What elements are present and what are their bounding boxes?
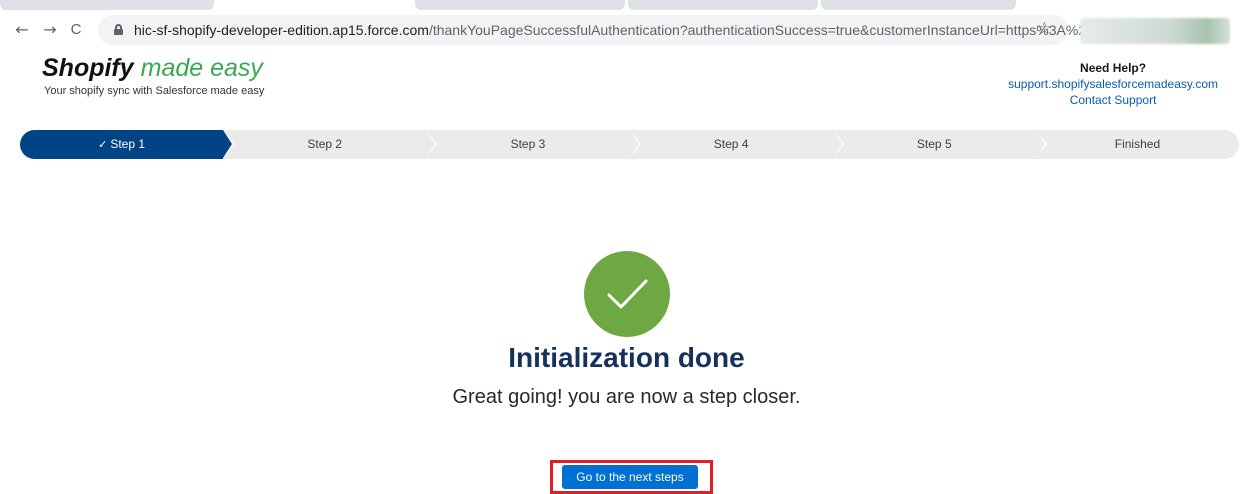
help-title: Need Help?	[1080, 61, 1147, 75]
url-host: hic-sf-shopify-developer-edition.ap15.fo…	[134, 22, 429, 38]
progress-path: ✓ Step 1 Step 2 Step 3 Step 4 Step 5 Fini…	[20, 130, 1240, 159]
support-site-link[interactable]: support.shopifysalesforcemadeasy.com	[1008, 76, 1218, 92]
help-panel: Need Help? support.shopifysalesforcemade…	[1008, 60, 1218, 108]
reload-icon[interactable]: C	[66, 20, 86, 40]
browser-tab[interactable]	[0, 0, 214, 10]
brand-tagline: Your shopify sync with Salesforce made e…	[44, 85, 265, 97]
path-step-3[interactable]: Step 3	[426, 130, 641, 159]
browser-toolbar: ← → C hic-sf-shopify-developer-edition.a…	[0, 12, 1253, 48]
path-step-label: Finished	[1114, 137, 1161, 151]
browser-tab[interactable]	[628, 0, 818, 10]
back-icon[interactable]: ←	[12, 20, 32, 40]
path-step-label: Step 5	[916, 137, 952, 151]
path-step-label: Step 3	[510, 137, 546, 151]
success-checkmark-icon	[584, 251, 670, 337]
lock-icon[interactable]	[114, 24, 123, 35]
page-subtitle: Great going! you are now a step closer.	[452, 386, 801, 408]
browser-tabstrip	[0, 0, 1253, 12]
contact-support-link[interactable]: Contact Support	[1008, 92, 1218, 108]
browser-tab[interactable]	[415, 0, 625, 10]
path-step-label: Step 2	[307, 137, 343, 151]
url-text[interactable]: hic-sf-shopify-developer-edition.ap15.fo…	[134, 22, 1119, 38]
brand-logo: Shopify made easy	[42, 54, 263, 82]
brand-name-light: made easy	[140, 54, 263, 82]
browser-tab[interactable]	[821, 0, 1016, 10]
path-step-finished[interactable]: Finished	[1035, 130, 1240, 159]
path-step-label: Step 1	[110, 137, 146, 151]
next-steps-button[interactable]: Go to the next steps	[562, 465, 698, 489]
forward-icon[interactable]: →	[40, 20, 60, 40]
path-step-1[interactable]: ✓ Step 1	[20, 130, 235, 159]
check-icon: ✓	[98, 138, 108, 151]
path-step-5[interactable]: Step 5	[832, 130, 1047, 159]
path-step-4[interactable]: Step 4	[629, 130, 844, 159]
url-path: /thankYouPageSuccessfulAuthentication?au…	[428, 22, 1119, 38]
profile-area[interactable]	[1080, 18, 1230, 44]
brand: Shopify made easy Your shopify sync with…	[42, 54, 264, 97]
address-bar[interactable]: hic-sf-shopify-developer-edition.ap15.fo…	[98, 15, 1119, 45]
bookmark-star-icon[interactable]: ☆	[1037, 19, 1052, 39]
page-title: Initialization done	[508, 342, 745, 373]
path-step-label: Step 4	[713, 137, 749, 151]
path-step-2[interactable]: Step 2	[223, 130, 438, 159]
brand-name-bold: Shopify	[42, 54, 134, 82]
